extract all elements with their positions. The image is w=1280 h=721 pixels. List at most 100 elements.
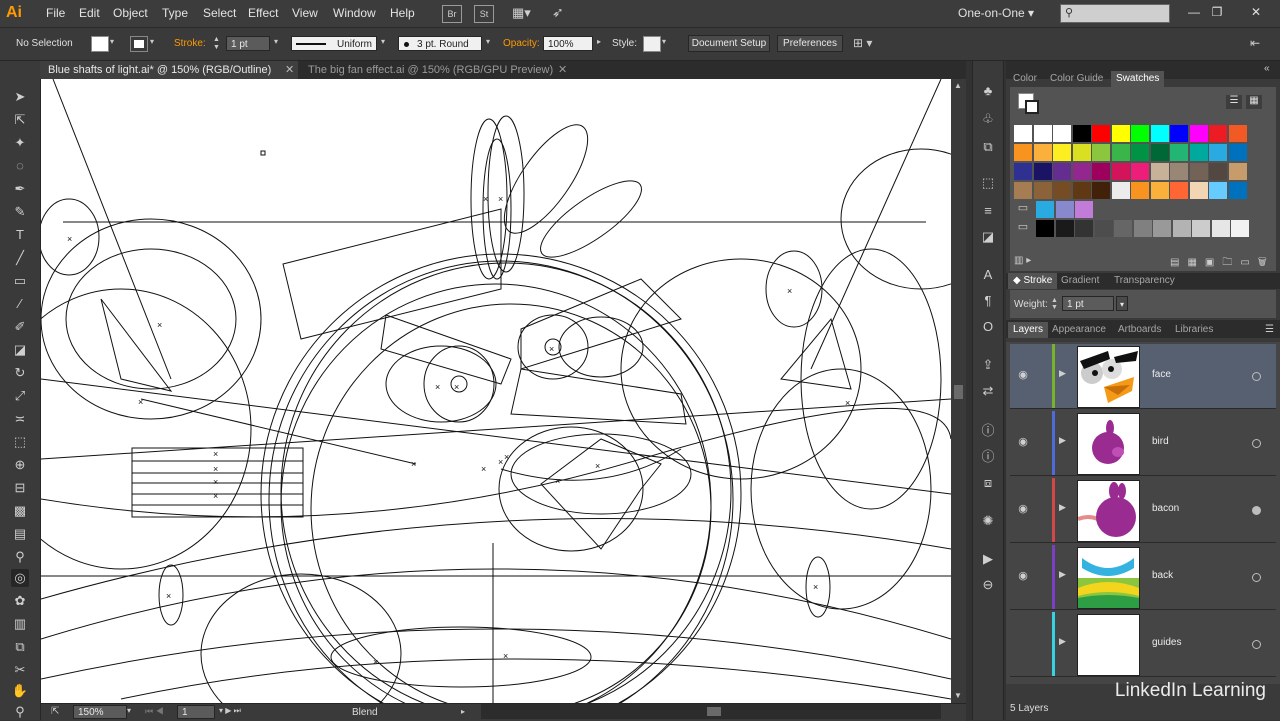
info-icon[interactable]: ⓘ	[980, 423, 996, 439]
gradient-tool-icon[interactable]: ▤	[11, 525, 29, 543]
swatch[interactable]	[1092, 125, 1110, 142]
close-tab-icon[interactable]: ✕	[558, 61, 567, 79]
menu-window[interactable]: Window	[333, 6, 376, 20]
brush-dropdown-icon[interactable]: ▾	[486, 37, 490, 46]
tab-swatches[interactable]: Swatches	[1111, 71, 1165, 87]
swatch[interactable]	[1170, 163, 1188, 180]
canvas-area[interactable]: × × × × × × × × × × × × × × × × × × × ×	[41, 79, 951, 703]
tab-color[interactable]: Color	[1008, 71, 1042, 87]
swatch[interactable]	[1133, 220, 1152, 237]
stroke-label[interactable]: Stroke:	[174, 38, 206, 49]
fill-swatch[interactable]	[91, 36, 109, 52]
paintbrush-tool-icon[interactable]: ⁄	[11, 295, 29, 313]
swatch[interactable]	[1053, 182, 1071, 199]
opentype-icon[interactable]: O	[980, 319, 996, 335]
swatch[interactable]	[1014, 125, 1032, 142]
first-artboard-icon[interactable]: ⏮ ◀	[145, 706, 164, 717]
swatch[interactable]	[1072, 182, 1091, 199]
appearance-icon[interactable]: ✺	[980, 513, 996, 529]
horizontal-scrollbar[interactable]	[481, 704, 941, 719]
expand-arrow-icon[interactable]: ▶	[1059, 435, 1066, 446]
close-button[interactable]: ✕	[1245, 3, 1267, 21]
swatch[interactable]	[1114, 220, 1132, 237]
column-graph-tool-icon[interactable]: ▥	[11, 615, 29, 633]
swatch[interactable]	[1192, 220, 1210, 237]
scroll-up-icon[interactable]: ▲	[954, 81, 962, 90]
visibility-eye-icon[interactable]: ◉	[1016, 502, 1030, 516]
arrange-documents-icon[interactable]: ▦▾	[512, 5, 540, 21]
lasso-tool-icon[interactable]: ◌	[11, 157, 29, 175]
swatch[interactable]	[1189, 144, 1208, 161]
tab-transparency[interactable]: Transparency	[1109, 273, 1180, 289]
zoom-dropdown-icon[interactable]: ▾	[127, 706, 131, 715]
swatch[interactable]	[1209, 144, 1227, 161]
character-icon[interactable]: A	[980, 267, 996, 283]
align-icon[interactable]: ⊞ ▾	[853, 36, 872, 50]
swatch[interactable]	[1092, 182, 1110, 199]
weight-stepper[interactable]: ▲ ▼	[1051, 297, 1058, 311]
links-icon[interactable]: ⇄	[980, 383, 996, 399]
layer-name[interactable]: face	[1152, 369, 1171, 380]
list-view-icon[interactable]: ☰	[1226, 95, 1242, 109]
menu-file[interactable]: File	[46, 6, 65, 20]
layer-row-face[interactable]: ◉ ▶ face	[1010, 344, 1276, 409]
visibility-eye-icon[interactable]: ◉	[1016, 569, 1030, 583]
tab-appearance[interactable]: Appearance	[1047, 322, 1111, 338]
swatch[interactable]	[1170, 125, 1188, 142]
symbol-sprayer-tool-icon[interactable]: ✿	[11, 592, 29, 610]
grid-view-icon[interactable]: ▦	[1246, 95, 1262, 109]
vertical-scrollbar[interactable]: ▲ ▼	[951, 79, 966, 703]
swatch[interactable]	[1033, 182, 1052, 199]
direct-selection-tool-icon[interactable]: ⇱	[11, 111, 29, 129]
swatch[interactable]	[1111, 144, 1130, 161]
swatch[interactable]	[1209, 125, 1227, 142]
stroke-weight-dropdown-icon[interactable]: ▾	[274, 37, 278, 46]
stroke-swatch[interactable]	[130, 36, 148, 52]
layer-target-icon[interactable]	[1252, 506, 1261, 515]
profile-dropdown-icon[interactable]: ▾	[381, 37, 385, 46]
width-tool-icon[interactable]: ≍	[11, 410, 29, 428]
selection-tool-icon[interactable]: ➤	[11, 88, 29, 106]
stroke-weight-field[interactable]: 1 pt	[226, 36, 270, 51]
search-input[interactable]: ⚲	[1060, 4, 1170, 23]
layers-menu-icon[interactable]: ☰	[1265, 324, 1274, 335]
swatch-grid[interactable]: ▭ ▭	[1014, 125, 1272, 253]
swatch[interactable]	[1033, 163, 1052, 180]
slice-tool-icon[interactable]: ✂	[11, 661, 29, 679]
zoom-tool-icon[interactable]: ⚲	[11, 703, 29, 721]
swatch[interactable]	[1131, 163, 1149, 180]
swatch[interactable]	[1055, 220, 1074, 237]
artboard-tool-icon[interactable]: ⧉	[11, 638, 29, 656]
swatch[interactable]	[1092, 163, 1110, 180]
swatch-libraries-icon[interactable]: ▥ ▸	[1014, 255, 1031, 266]
layer-target-icon[interactable]	[1252, 439, 1261, 448]
graphic-style-swatch[interactable]	[643, 36, 661, 52]
expand-arrow-icon[interactable]: ▶	[1059, 636, 1066, 647]
align-panel-icon[interactable]: ≡	[980, 203, 996, 219]
swatch[interactable]	[1111, 182, 1130, 199]
eraser-tool-icon[interactable]: ◪	[11, 341, 29, 359]
stroke-dropdown-icon[interactable]: ▾	[150, 37, 154, 46]
artboard-dropdown-icon[interactable]: ▾ ▶ ⏭	[219, 706, 241, 716]
swatch[interactable]	[1209, 182, 1227, 199]
swatch[interactable]	[1150, 182, 1169, 199]
preferences-button[interactable]: Preferences	[777, 35, 843, 52]
shaper-tool-icon[interactable]: ✐	[11, 318, 29, 336]
brush-definition[interactable]: 3 pt. Round	[398, 36, 482, 51]
swatch[interactable]	[1094, 220, 1113, 237]
scroll-thumb[interactable]	[954, 385, 963, 399]
tab-libraries[interactable]: Libraries	[1170, 322, 1218, 338]
status-menu-icon[interactable]: ▸	[461, 707, 465, 716]
pen-tool-icon[interactable]: ✒	[11, 180, 29, 198]
swatch[interactable]	[1131, 182, 1149, 199]
curvature-tool-icon[interactable]: ✎	[11, 203, 29, 221]
tab-layers[interactable]: Layers	[1008, 322, 1049, 338]
graphic-styles-icon[interactable]: ⧉	[980, 139, 996, 155]
layer-target-icon[interactable]	[1252, 573, 1261, 582]
swatch[interactable]	[1231, 220, 1249, 237]
swatch[interactable]	[1189, 125, 1208, 142]
layer-name[interactable]: guides	[1152, 637, 1181, 648]
artboard[interactable]: × × × × × × × × × × × × × × × × × × × ×	[41, 79, 951, 703]
weight-dropdown-icon[interactable]: ▾	[1116, 296, 1128, 311]
panel-menu-icon[interactable]: ⇤	[1250, 36, 1260, 50]
